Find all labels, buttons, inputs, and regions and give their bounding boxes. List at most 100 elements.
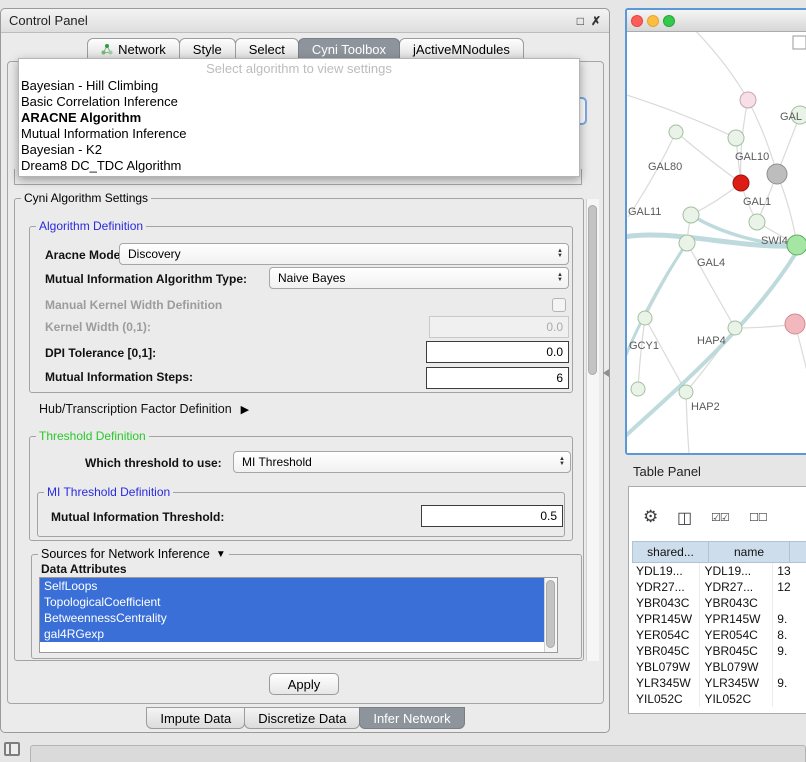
kernel-width-field[interactable] [429, 316, 569, 338]
table-row[interactable]: YPR145WYPR145W9. [632, 611, 806, 627]
tab-infer-network[interactable]: Infer Network [359, 707, 464, 729]
control-panel-titlebar[interactable]: Control Panel □ ✗ [1, 9, 609, 33]
tab-network[interactable]: Network [87, 38, 180, 60]
tab-cyni-toolbox[interactable]: Cyni Toolbox [298, 38, 400, 60]
attribute-item-topologicalcoefficient[interactable]: TopologicalCoefficient [40, 594, 544, 610]
close-traffic-button[interactable] [631, 15, 643, 27]
table-body: YDL19...YDL19...13 YDR27...YDR27...12 YB… [632, 563, 806, 707]
popup-item-dream8[interactable]: Dream8 DC_TDC Algorithm [19, 158, 579, 174]
cell-name: YDL19... [700, 563, 773, 579]
popup-item-basic-correlation[interactable]: Basic Correlation Inference [19, 94, 579, 110]
tab-impute-data[interactable]: Impute Data [146, 707, 245, 729]
node-label-gal80: GAL80 [648, 161, 682, 173]
network-node-pink[interactable] [785, 314, 805, 334]
network-node[interactable] [631, 382, 645, 396]
network-window-titlebar[interactable] [627, 10, 806, 32]
tab-jactivemnodules[interactable]: jActiveMNodules [399, 38, 524, 60]
network-node-gal10-highlighted[interactable] [733, 175, 749, 191]
network-graph: GAL80 GAL10 GAL11 GAL1 SWI4 GAL4 GCY1 HA… [627, 32, 806, 453]
table-row[interactable]: YIL052CYIL052C [632, 691, 806, 707]
which-threshold-select[interactable]: MI Threshold ▲▼ [233, 451, 571, 473]
columns-icon[interactable]: ◫ [677, 508, 692, 528]
manual-kernel-width-checkbox[interactable] [552, 298, 566, 312]
network-view-window: GAL80 GAL10 GAL11 GAL1 SWI4 GAL4 GCY1 HA… [625, 8, 806, 455]
table-row[interactable]: YBR043CYBR043C [632, 595, 806, 611]
network-node[interactable] [683, 207, 699, 223]
canvas-corner-widget[interactable] [793, 36, 806, 49]
down-arrow-icon: ▼ [557, 254, 563, 259]
network-node[interactable] [679, 235, 695, 251]
cell-value: 8. [773, 627, 806, 643]
mi-steps-field[interactable] [426, 367, 569, 389]
network-node[interactable] [669, 125, 683, 139]
settings-scrollbar[interactable] [586, 199, 599, 661]
settings-scrollbar-thumb[interactable] [588, 205, 597, 375]
node-label-gal11: GAL11 [628, 206, 661, 218]
tab-select[interactable]: Select [235, 38, 299, 60]
tab-style[interactable]: Style [179, 38, 236, 60]
attribute-item-selfloops[interactable]: SelfLoops [40, 578, 544, 594]
network-icon [101, 43, 113, 55]
hub-section-toggle[interactable]: Hub/Transcription Factor Definition ▶ [39, 401, 249, 417]
attributes-scrollbar-thumb[interactable] [546, 580, 555, 648]
network-node[interactable] [728, 130, 744, 146]
table-row[interactable]: YDL19...YDL19...13 [632, 563, 806, 579]
zoom-traffic-button[interactable] [663, 15, 675, 27]
network-node[interactable] [749, 214, 765, 230]
node-label-hap4: HAP4 [697, 335, 726, 347]
mi-algorithm-type-select[interactable]: Naive Bayes ▲▼ [269, 267, 569, 289]
cell-shared-name: YBR043C [632, 595, 700, 611]
cell-value: 9. [773, 643, 806, 659]
cell-shared-name: YLR345W [632, 675, 700, 691]
network-node-gray[interactable] [767, 164, 787, 184]
gear-icon[interactable]: ⚙ [643, 507, 658, 527]
apply-button[interactable]: Apply [269, 673, 339, 695]
sources-legend[interactable]: Sources for Network Inference ▼ [38, 547, 229, 561]
minimized-window-icon[interactable] [4, 742, 20, 756]
collapsed-panel-bar[interactable] [30, 745, 806, 762]
table-header-row: shared... name [632, 541, 806, 563]
network-node[interactable] [679, 385, 693, 399]
column-header-name[interactable]: name [708, 541, 790, 563]
control-panel-title: Control Panel [9, 13, 88, 28]
table-row[interactable]: YLR345WYLR345W9. [632, 675, 806, 691]
minimize-traffic-button[interactable] [647, 15, 659, 27]
network-node[interactable] [740, 92, 756, 108]
close-window-icon[interactable]: ✗ [591, 14, 601, 28]
attributes-scrollbar[interactable] [544, 578, 557, 652]
tab-select-label: Select [249, 42, 285, 57]
dpi-tolerance-field[interactable] [426, 341, 569, 363]
popup-item-mutual-information[interactable]: Mutual Information Inference [19, 126, 579, 142]
attribute-item-gal4rgexp[interactable]: gal4RGexp [40, 626, 544, 642]
cell-name: YIL052C [700, 691, 773, 707]
cell-value: 9. [773, 611, 806, 627]
network-node[interactable] [728, 321, 742, 335]
tab-network-label: Network [118, 42, 166, 57]
popup-placeholder[interactable]: Select algorithm to view settings [19, 59, 579, 78]
table-row[interactable]: YBR045CYBR045C9. [632, 643, 806, 659]
column-header-truncated[interactable] [789, 541, 806, 563]
aracne-mode-select[interactable]: Discovery ▲▼ [119, 243, 569, 265]
data-attributes-list[interactable]: SelfLoops TopologicalCoefficient Between… [39, 577, 558, 653]
attribute-item-betweennesscentrality[interactable]: BetweennessCentrality [40, 610, 544, 626]
network-node[interactable] [638, 311, 652, 325]
bottom-tabbar: Impute Data Discretize Data Infer Networ… [1, 707, 609, 729]
float-window-icon[interactable]: □ [577, 14, 584, 28]
select-all-checkboxes-icon[interactable]: ☑☑ [711, 511, 729, 524]
popup-item-aracne[interactable]: ARACNE Algorithm [19, 110, 579, 126]
table-row[interactable]: YER054CYER054C8. [632, 627, 806, 643]
popup-item-bayesian-hill-climbing[interactable]: Bayesian - Hill Climbing [19, 78, 579, 94]
mi-threshold-field[interactable] [421, 505, 563, 527]
table-row[interactable]: YBL079WYBL079W [632, 659, 806, 675]
hub-section-label: Hub/Transcription Factor Definition [39, 401, 232, 417]
network-canvas[interactable]: GAL80 GAL10 GAL11 GAL1 SWI4 GAL4 GCY1 HA… [627, 32, 806, 453]
cell-name: YBL079W [700, 659, 773, 675]
tab-discretize-data[interactable]: Discretize Data [244, 707, 360, 729]
column-header-shared-name[interactable]: shared... [632, 541, 709, 563]
cell-value [773, 691, 806, 707]
popup-item-bayesian-k2[interactable]: Bayesian - K2 [19, 142, 579, 158]
network-node-green[interactable] [787, 235, 806, 255]
splitter-collapse-icon[interactable] [603, 369, 609, 377]
deselect-all-checkboxes-icon[interactable]: ☐☐ [749, 511, 767, 524]
table-row[interactable]: YDR27...YDR27...12 [632, 579, 806, 595]
